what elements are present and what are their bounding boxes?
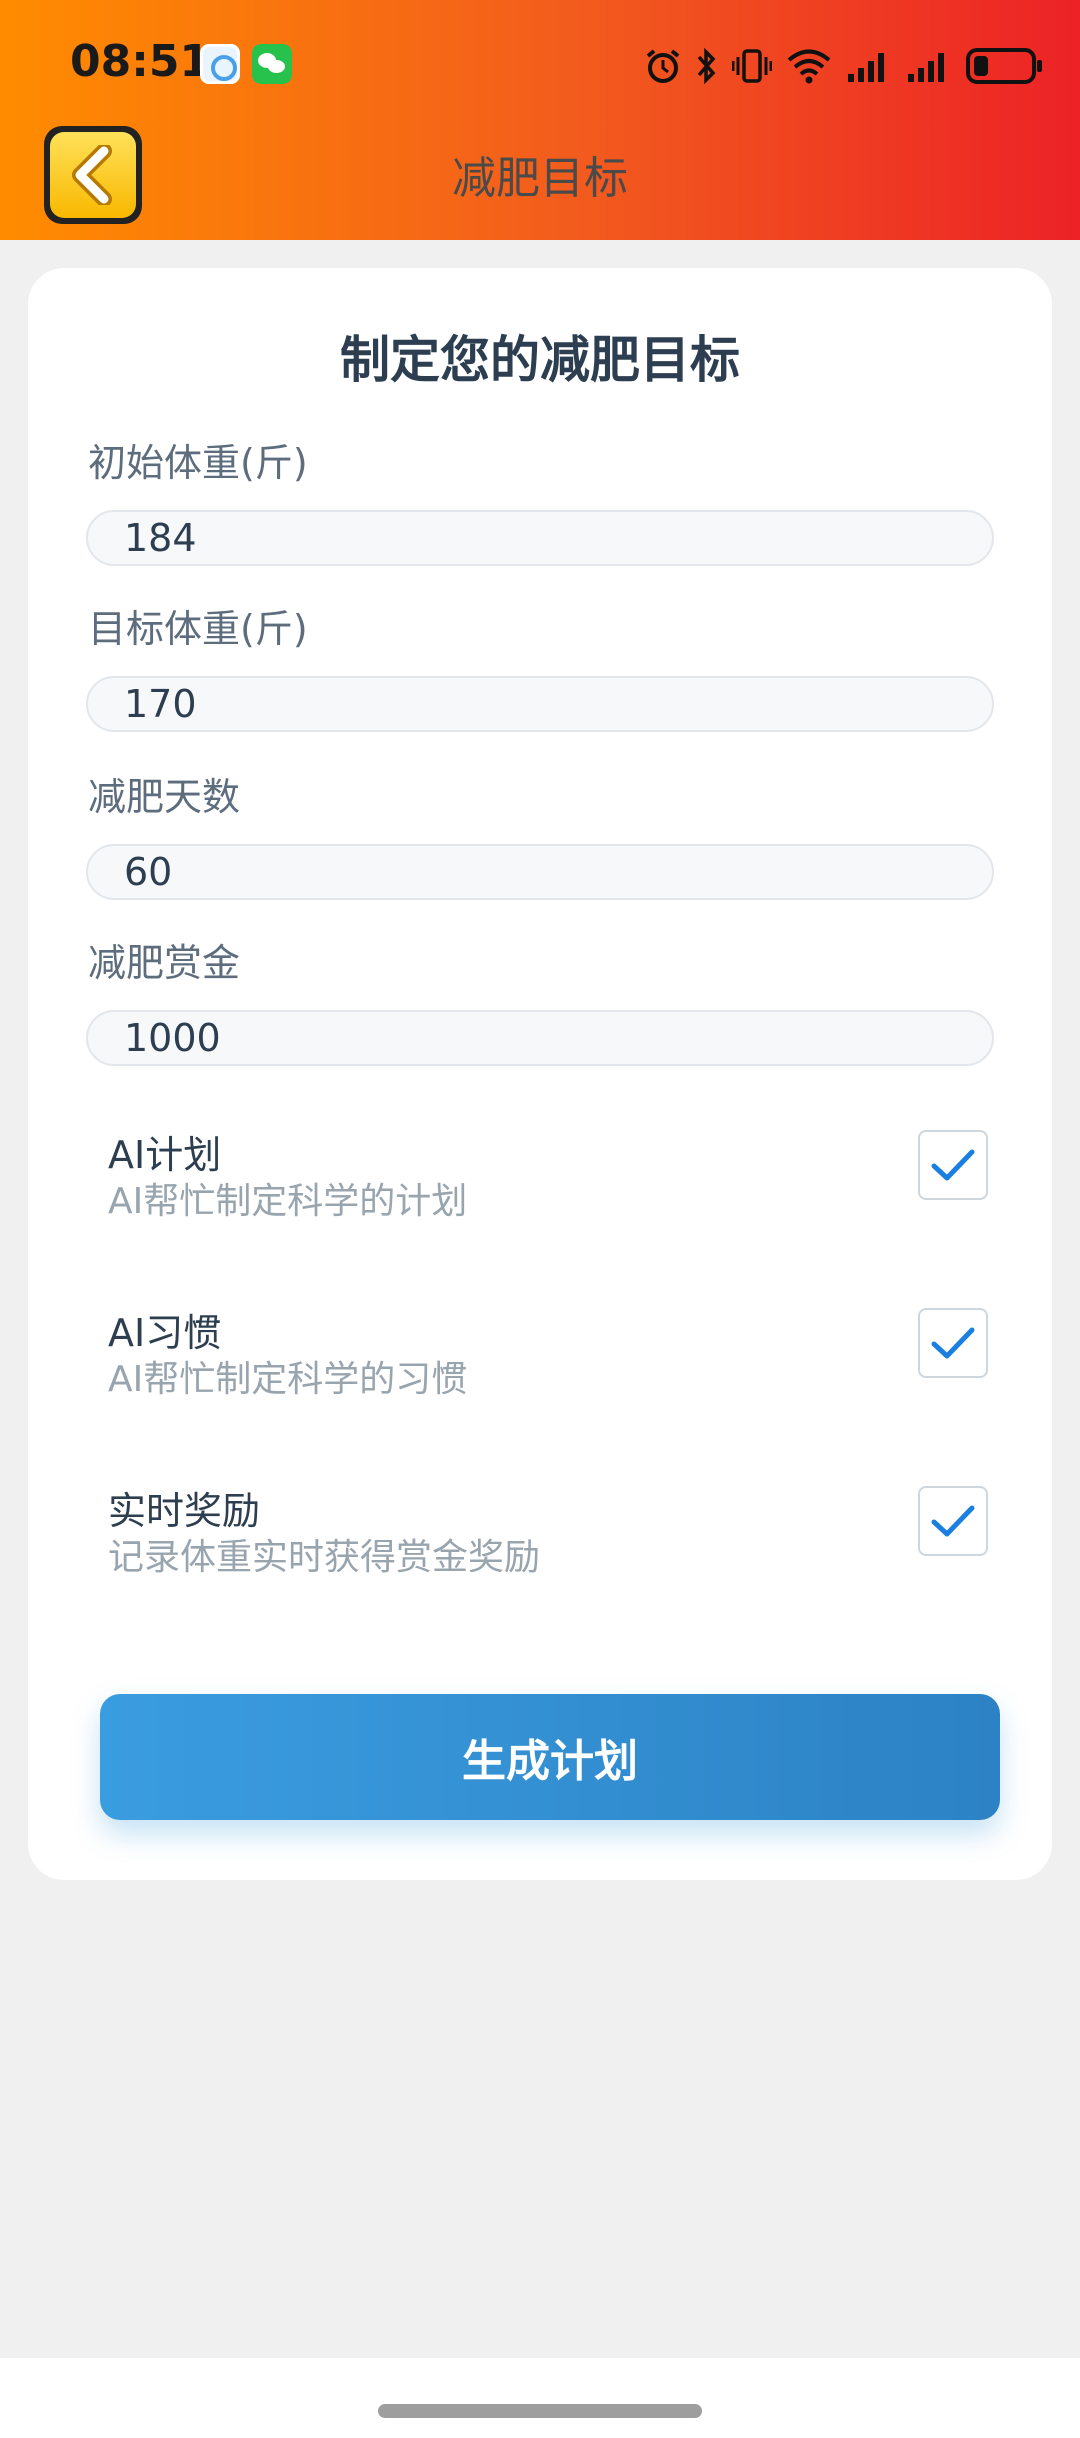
battery-icon (966, 48, 1042, 84)
reward-amount-input[interactable]: 1000 (86, 1010, 994, 1066)
signal-icon (848, 53, 884, 82)
status-bar: 08:51 (0, 0, 1080, 130)
wifi-icon (787, 49, 831, 84)
checkmark-icon (931, 1327, 975, 1359)
option-desc: AI帮忙制定科学的习惯 (108, 1359, 468, 1400)
option-ai-plan[interactable]: AI计划 AI帮忙制定科学的计划 (108, 1124, 988, 1234)
option-realtime-reward[interactable]: 实时奖励 记录体重实时获得赏金奖励 (108, 1480, 988, 1590)
option-desc: 记录体重实时获得赏金奖励 (108, 1537, 541, 1578)
alarm-icon (646, 49, 680, 83)
diet-days-input[interactable]: 60 (86, 844, 994, 900)
initial-weight-label: 初始体重(斤) (88, 441, 308, 485)
page-title: 减肥目标 (452, 153, 628, 204)
system-nav-bar (0, 2358, 1080, 2438)
checkmark-icon (931, 1149, 975, 1181)
target-weight-input[interactable]: 170 (86, 676, 994, 732)
nav-bar: 减肥目标 (0, 120, 1080, 230)
initial-weight-input[interactable]: 184 (86, 510, 994, 566)
option-desc: AI帮忙制定科学的计划 (108, 1181, 468, 1222)
generate-plan-button[interactable]: 生成计划 (100, 1694, 1000, 1820)
form-title: 制定您的减肥目标 (340, 331, 740, 389)
notification-app-icon (200, 44, 240, 84)
battery-level-fill (974, 56, 988, 76)
diet-days-label: 减肥天数 (88, 775, 241, 819)
ai-habit-checkbox[interactable] (918, 1308, 988, 1378)
option-title: 实时奖励 (108, 1489, 261, 1533)
bluetooth-icon (697, 47, 716, 85)
option-ai-habit[interactable]: AI习惯 AI帮忙制定科学的习惯 (108, 1302, 988, 1412)
checkmark-icon (931, 1505, 975, 1537)
app-header: 08:51 减肥目标 (0, 0, 1080, 240)
reward-amount-label: 减肥赏金 (88, 941, 241, 985)
status-time: 08:51 (70, 36, 211, 87)
target-weight-label: 目标体重(斤) (88, 607, 308, 651)
home-indicator[interactable] (378, 2404, 702, 2418)
system-icons (644, 42, 1044, 90)
wechat-icon (252, 44, 292, 84)
goal-form-card: 制定您的减肥目标 初始体重(斤) 184 目标体重(斤) 170 减肥天数 60… (28, 268, 1052, 1880)
ai-plan-checkbox[interactable] (918, 1130, 988, 1200)
vibrate-icon (732, 49, 772, 83)
signal-icon (908, 53, 944, 82)
option-title: AI计划 (108, 1133, 222, 1177)
realtime-reward-checkbox[interactable] (918, 1486, 988, 1556)
option-title: AI习惯 (108, 1311, 222, 1355)
